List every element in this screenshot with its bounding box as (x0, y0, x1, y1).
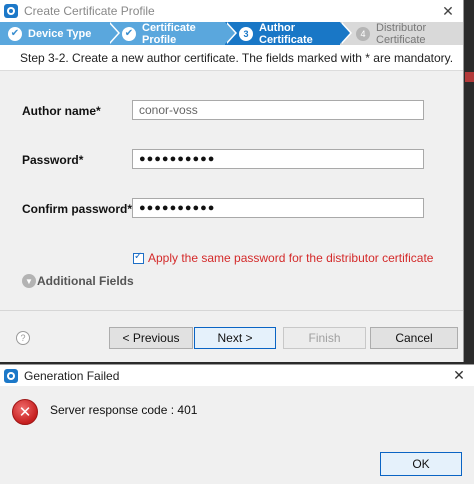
author-name-label: Author name* (22, 104, 101, 118)
author-form: Author name* conor-voss Password* ●●●●●●… (0, 72, 463, 304)
step-instruction: Step 3-2. Create a new author certificat… (0, 45, 463, 71)
step-label: Author Certificate (259, 21, 313, 46)
step-number: 4 (356, 26, 370, 41)
apply-same-password-checkbox[interactable] (133, 251, 144, 264)
dialog-title: Create Certificate Profile (24, 4, 155, 18)
wizard-steps: ✔ Device Type ✔ Certificate Profile 3 Au… (0, 21, 463, 46)
help-icon[interactable]: ? (16, 331, 30, 345)
password-input[interactable]: ●●●●●●●●●● (132, 149, 424, 169)
previous-button[interactable]: < Previous (109, 327, 193, 349)
step-number: 3 (239, 26, 253, 41)
password-label: Password* (22, 153, 84, 167)
error-icon: ✕ (12, 399, 38, 425)
apply-same-password-option[interactable]: Apply the same password for the distribu… (133, 251, 433, 265)
step-device-type: ✔ Device Type (0, 22, 120, 45)
step-author-certificate: 3 Author Certificate (225, 21, 352, 46)
close-icon[interactable]: ✕ (433, 3, 463, 20)
step-certificate-profile: ✔ Certificate Profile (108, 21, 237, 46)
dialog-titlebar: Create Certificate Profile ✕ (0, 0, 463, 22)
confirm-password-input[interactable]: ●●●●●●●●●● (132, 198, 424, 218)
finish-button[interactable]: Finish (283, 327, 366, 349)
generation-failed-dialog: Generation Failed ✕ ✕ Server response co… (0, 364, 474, 484)
additional-fields-label: Additional Fields (37, 274, 134, 288)
check-icon: ✔ (8, 26, 22, 41)
apply-same-password-label: Apply the same password for the distribu… (148, 251, 434, 265)
error-message: Server response code : 401 (50, 403, 198, 417)
error-dialog-title: Generation Failed (24, 368, 120, 383)
cancel-button[interactable]: Cancel (370, 327, 458, 349)
step-label: Device Type (28, 27, 92, 40)
next-button[interactable]: Next > (194, 327, 276, 349)
create-certificate-dialog: Create Certificate Profile ✕ ✔ Device Ty… (0, 0, 464, 362)
error-titlebar: Generation Failed ✕ (0, 365, 474, 386)
step-label: Certificate Profile (142, 21, 196, 46)
additional-fields-toggle[interactable]: ▼ Additional Fields (22, 274, 134, 288)
close-icon[interactable]: ✕ (444, 367, 474, 384)
ok-button[interactable]: OK (380, 452, 462, 476)
author-name-input[interactable]: conor-voss (132, 100, 424, 120)
check-icon: ✔ (122, 26, 136, 41)
app-icon (4, 4, 18, 18)
chevron-down-icon: ▼ (22, 274, 36, 288)
step-distributor-certificate: 4 Distributor Certificate (340, 21, 463, 46)
confirm-password-label: Confirm password* (22, 202, 133, 216)
dialog-button-bar: ? < Previous Next > Finish Cancel (0, 310, 463, 362)
background-window-fragment (465, 72, 474, 82)
app-icon (4, 368, 18, 383)
step-label: Distributor Certificate (376, 21, 427, 46)
